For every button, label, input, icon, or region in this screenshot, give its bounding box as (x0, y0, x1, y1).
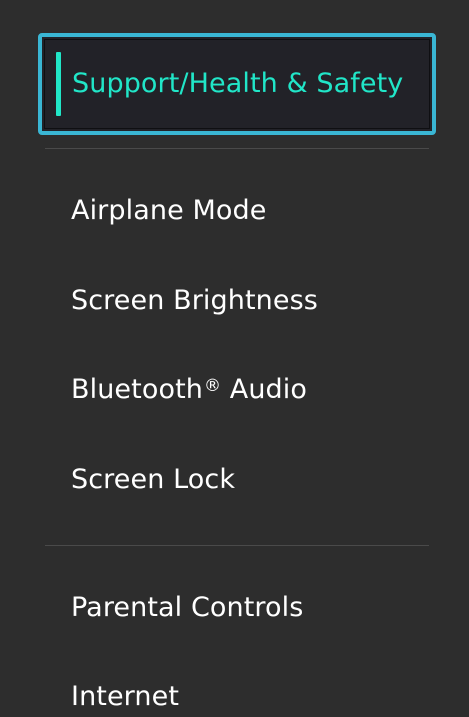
menu-item-parental-controls[interactable]: Parental Controls (71, 588, 303, 628)
menu-item-label: Support/Health & Safety (72, 68, 404, 99)
menu-item-screen-lock[interactable]: Screen Lock (71, 460, 235, 500)
menu-item-label: Airplane Mode (71, 195, 267, 226)
registered-mark: ® (203, 376, 222, 396)
menu-item-label: Internet (71, 681, 180, 712)
menu-item-screen-brightness[interactable]: Screen Brightness (71, 281, 318, 321)
menu-item-label-suffix: Audio (221, 374, 308, 405)
menu-item-support-health-safety[interactable]: Support/Health & Safety (38, 33, 436, 135)
menu-item-bluetooth-audio[interactable]: Bluetooth® Audio (71, 370, 307, 410)
system-settings-menu: Support/Health & Safety Airplane Mode Sc… (0, 0, 469, 713)
menu-item-label: Screen Lock (71, 464, 236, 495)
menu-item-internet[interactable]: Internet (71, 677, 179, 717)
menu-item-label: Parental Controls (71, 592, 304, 623)
menu-item-label: Bluetooth (71, 374, 203, 405)
menu-divider (45, 148, 429, 149)
menu-divider (45, 545, 429, 546)
selection-indicator-bar (56, 52, 61, 116)
menu-item-label: Screen Brightness (71, 285, 318, 316)
menu-item-airplane-mode[interactable]: Airplane Mode (71, 191, 266, 231)
